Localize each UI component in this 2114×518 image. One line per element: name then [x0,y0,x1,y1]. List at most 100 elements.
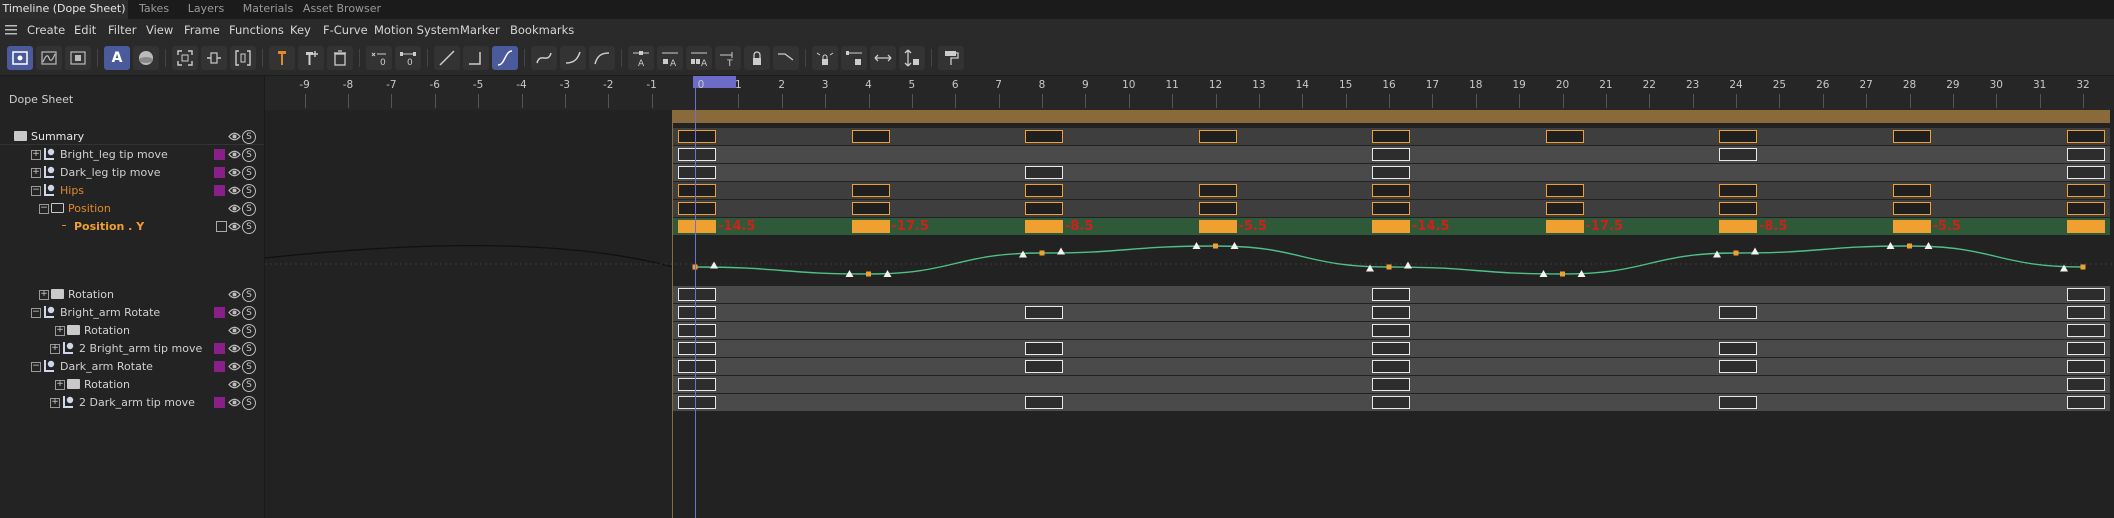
eye-icon[interactable] [228,167,241,178]
keyframe[interactable] [1198,220,1237,233]
color-swatch[interactable] [214,343,225,354]
solo-icon[interactable]: S [242,166,256,180]
keyframe[interactable] [1372,148,1410,161]
collapse-toggle-icon[interactable]: − [31,308,41,318]
fcurve-preview[interactable] [265,238,2114,288]
eye-icon[interactable] [228,343,241,354]
keyframe[interactable] [2067,288,2105,301]
keyframe[interactable] [678,324,716,337]
keyframe[interactable] [2067,220,2105,233]
keyframe[interactable] [2067,306,2105,319]
keyframe[interactable] [678,378,716,391]
tangent-handle[interactable] [1751,247,1759,255]
collapse-toggle-icon[interactable]: − [31,362,41,372]
hamburger-menu-icon[interactable] [5,25,17,35]
menu-motion-system[interactable]: Motion System [374,19,460,41]
keyframe[interactable] [1372,324,1410,337]
track-row[interactable]: + Rotation S [0,376,264,394]
keyframe[interactable] [678,130,716,143]
lock-value-button[interactable] [841,46,867,70]
keyframe[interactable] [1025,396,1063,409]
curve-key-point[interactable] [866,271,871,277]
spline-interp-button[interactable] [492,46,518,70]
keyframe[interactable] [1372,220,1410,233]
menu-view[interactable]: View [146,19,173,41]
keyframe[interactable] [1719,306,1757,319]
lock-tangent-a-button[interactable]: A [657,46,683,70]
keyframe[interactable] [1719,130,1757,143]
step-interp-button[interactable] [463,46,489,70]
frame-selected-button[interactable] [201,46,227,70]
expand-toggle-icon[interactable]: + [55,326,65,336]
keyframe[interactable] [1372,360,1410,373]
tangent-handle[interactable] [1366,264,1374,272]
expand-toggle-icon[interactable]: + [50,398,60,408]
solo-icon[interactable]: S [242,130,256,144]
keyframe[interactable] [678,184,716,197]
keyframe[interactable] [1198,130,1237,143]
keyframe[interactable] [1198,202,1237,215]
solo-icon[interactable]: S [242,306,256,320]
keyframe[interactable] [1719,396,1757,409]
tangent-handle[interactable] [1230,242,1239,249]
keyframe[interactable] [851,184,890,197]
keyframe[interactable] [2067,202,2105,215]
eye-icon[interactable] [228,325,241,336]
eye-icon[interactable] [228,131,241,142]
keyframe[interactable] [678,396,716,409]
solo-icon[interactable]: S [242,396,256,410]
menu-frame[interactable]: Frame [184,19,220,41]
expand-toggle-icon[interactable]: + [31,168,41,178]
color-swatch[interactable] [214,185,225,196]
keyframe[interactable] [1025,360,1063,373]
keyframe[interactable] [1545,202,1584,215]
menu-bookmarks[interactable]: Bookmarks [510,19,574,41]
track-row[interactable]: + Rotation S [0,322,264,340]
curve-key-point[interactable] [1560,271,1565,277]
scale-value-button[interactable] [899,46,925,70]
menu-filter[interactable]: Filter [108,19,136,41]
keyframe[interactable] [678,220,716,233]
keyframe[interactable] [678,342,716,355]
track-row[interactable]: − Hips S [0,182,264,200]
keyframe[interactable] [2067,342,2105,355]
color-swatch[interactable] [214,361,225,372]
linear-interp-button[interactable] [434,46,460,70]
keyframe[interactable] [1025,342,1063,355]
motion-mode-button[interactable] [65,46,91,70]
keyframe[interactable] [851,202,890,215]
keyframe[interactable] [1372,378,1410,391]
collapse-toggle-icon[interactable]: − [39,204,49,214]
keyframe[interactable] [1372,288,1410,301]
position-y-curve[interactable] [694,245,2084,275]
menu-f-curve[interactable]: F-Curve [323,19,368,41]
keyframe[interactable] [1372,306,1410,319]
keyframe[interactable] [1372,202,1410,215]
menu-functions[interactable]: Functions [229,19,284,41]
menu-create[interactable]: Create [27,19,65,41]
curve-key-point[interactable] [1386,264,1392,270]
track-row[interactable]: +2 Bright_arm tip move S [0,340,264,358]
keyframe[interactable] [1025,306,1063,319]
keyframe[interactable] [2067,360,2105,373]
solo-icon[interactable]: S [242,148,256,162]
solo-icon[interactable]: S [242,324,256,338]
eye-icon[interactable] [228,379,241,390]
eye-icon[interactable] [228,361,241,372]
ease-out-button[interactable] [589,46,615,70]
keyframe[interactable] [2067,396,2105,409]
eye-icon[interactable] [228,149,241,160]
auto-tangent-a-button[interactable]: A [628,46,654,70]
menu-edit[interactable]: Edit [74,19,96,41]
keyframe[interactable] [851,130,890,143]
keyframe[interactable] [1719,360,1757,373]
keyframe[interactable] [1892,202,1931,215]
ease-in-button[interactable] [560,46,586,70]
solo-icon[interactable]: S [242,288,256,302]
track-row[interactable]: Position . Y S [0,218,264,236]
tab-layers[interactable]: Layers [180,0,232,19]
expand-toggle-icon[interactable]: + [31,150,41,160]
color-swatch[interactable] [214,307,225,318]
edit-icon[interactable] [216,221,227,232]
keyframe[interactable] [1545,220,1584,233]
